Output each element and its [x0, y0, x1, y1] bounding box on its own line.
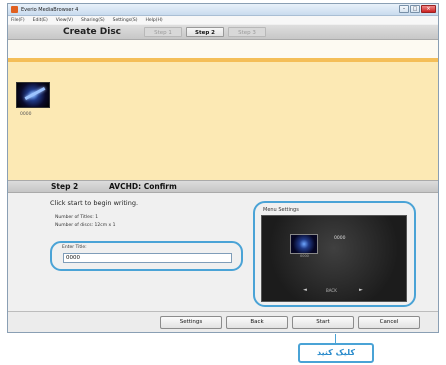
menu-file[interactable]: File(F)	[11, 18, 25, 23]
step-indicator: Step 1 Step 2 Step 3	[144, 27, 266, 37]
left-arrow-icon: ◄	[303, 287, 307, 293]
menu-bar: File(F) Edit(E) View(V) Sharing(S) Setti…	[8, 16, 438, 24]
close-button[interactable]: ×	[421, 5, 436, 13]
button-bar: Settings Back Start Cancel	[8, 311, 438, 332]
menu-preview[interactable]: 0000 0000 ◄ BACK ►	[261, 215, 407, 302]
top-spacer	[8, 40, 438, 58]
selected-files-area: 0000	[8, 62, 438, 184]
menu-settings[interactable]: Settings(S)	[113, 18, 138, 23]
right-arrow-icon: ►	[359, 287, 363, 293]
step-header: Create Disc Step 1 Step 2 Step 3	[8, 25, 438, 40]
window-title: Everio MediaBrowser 4	[21, 6, 79, 13]
app-window: Everio MediaBrowser 4 – □ × File(F) Edit…	[7, 3, 439, 333]
cancel-button[interactable]: Cancel	[358, 316, 420, 329]
callout-pointer	[335, 334, 336, 343]
window-controls: – □ ×	[399, 5, 436, 13]
menu-settings-highlight: Menu Settings 0000 0000 ◄ BACK ►	[253, 201, 416, 307]
step-3-tab: Step 3	[228, 27, 266, 37]
title-highlight: Enter Title: 0000	[50, 241, 243, 271]
start-button[interactable]: Start	[292, 316, 354, 329]
menu-settings-label: Menu Settings	[263, 207, 299, 213]
click-callout: کلیک کنید	[298, 343, 374, 363]
title-label: Enter Title:	[62, 245, 87, 250]
minimize-button[interactable]: –	[399, 5, 409, 13]
number-of-titles: Number of Titles: 1	[55, 215, 99, 220]
step-label: Step 2	[51, 182, 79, 191]
settings-button[interactable]: Settings	[160, 316, 222, 329]
menu-back-label: BACK	[326, 288, 337, 293]
menu-thumbnail-caption: 0000	[300, 254, 309, 258]
app-icon	[11, 6, 18, 13]
step-section-header: Step 2 AVCHD: Confirm	[8, 180, 438, 193]
instruction-text: Click start to begin writing.	[50, 199, 139, 207]
back-button[interactable]: Back	[226, 316, 288, 329]
menu-help[interactable]: Help(H)	[145, 18, 162, 23]
title-input[interactable]: 0000	[63, 253, 232, 263]
page-title: Create Disc	[63, 27, 122, 37]
step-1-tab: Step 1	[144, 27, 182, 37]
menu-view[interactable]: View(V)	[56, 18, 73, 23]
menu-sharing[interactable]: Sharing(S)	[81, 18, 105, 23]
video-thumbnail[interactable]	[16, 82, 50, 108]
thumbnail-caption: 0000	[20, 112, 32, 117]
menu-thumbnail	[290, 234, 318, 254]
title-bar: Everio MediaBrowser 4 – □ ×	[8, 4, 438, 16]
maximize-button[interactable]: □	[410, 5, 420, 13]
menu-title-text: 0000	[334, 236, 346, 241]
step-2-tab: Step 2	[186, 27, 224, 37]
number-of-discs: Number of discs: 12cm x 1	[55, 223, 116, 228]
menu-edit[interactable]: Edit(E)	[33, 18, 48, 23]
step-name: AVCHD: Confirm	[109, 182, 177, 191]
